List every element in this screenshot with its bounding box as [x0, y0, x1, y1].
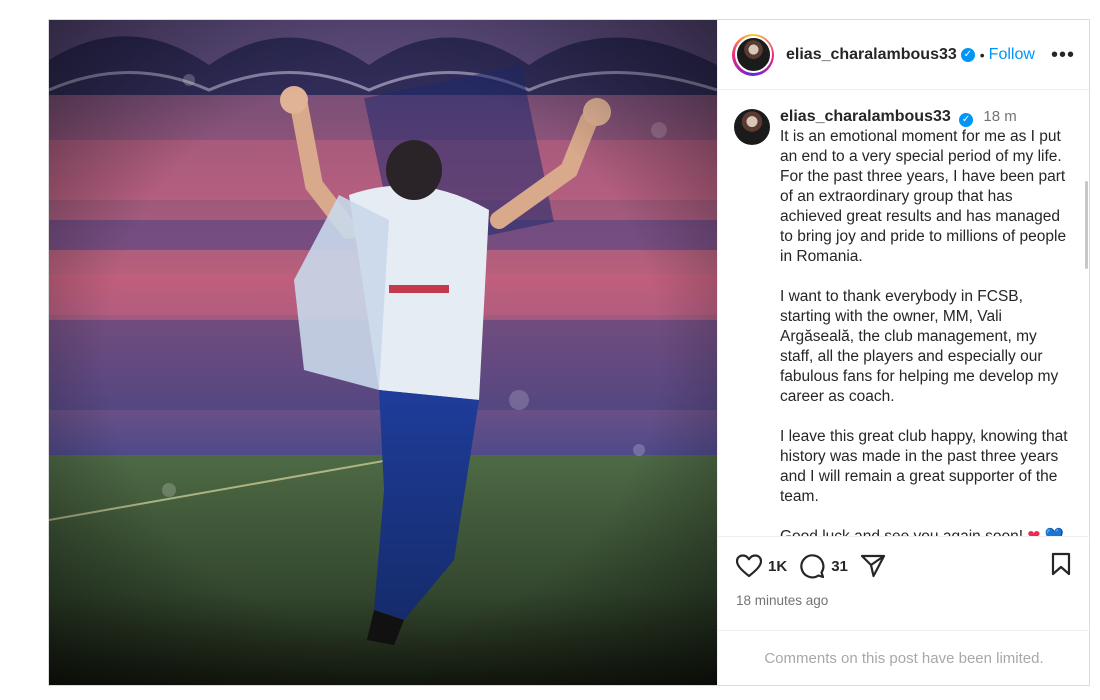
caption-scrollbar[interactable] [1085, 181, 1088, 269]
caption-body: elias_charalambous33 ✓ 18 m It is an emo… [780, 107, 1072, 536]
paper-plane-icon [860, 554, 885, 578]
save-button[interactable] [1050, 552, 1072, 581]
stadium-photo-illustration [49, 20, 717, 685]
caption-paragraph: It is an emotional moment for me as I pu… [780, 128, 1067, 265]
bookmark-icon [1051, 552, 1071, 575]
author-avatar[interactable] [732, 33, 774, 76]
post-header: elias_charalambous33 ✓ • Follow ••• [718, 20, 1089, 90]
comments-count[interactable]: 31 [831, 558, 848, 575]
like-button[interactable]: 1K [736, 554, 787, 578]
header-separator: • [979, 46, 985, 63]
blue-heart-emoji: 💙 [1045, 528, 1064, 536]
caption-paragraph: I leave this great club happy, knowing t… [780, 428, 1068, 505]
comment-button[interactable]: 31 [799, 553, 848, 579]
share-button[interactable] [860, 553, 886, 579]
caption-paragraph: I want to thank everybody in FCSB, start… [780, 288, 1059, 405]
action-row: 1K 31 [736, 551, 1072, 581]
verified-badge-icon: ✓ [959, 113, 974, 127]
caption-row: elias_charalambous33 ✓ 18 m It is an emo… [734, 107, 1072, 536]
caption-closing-text: Good luck and see you again soon! [780, 528, 1023, 536]
caption-username[interactable]: elias_charalambous33 [780, 108, 951, 125]
more-options-icon[interactable]: ••• [1051, 45, 1075, 65]
likes-count[interactable]: 1K [768, 558, 787, 575]
red-heart-emoji: ❤ [1027, 528, 1040, 536]
heart-icon [736, 554, 762, 578]
comments-limited-notice: Comments on this post have been limited. [718, 630, 1090, 685]
caption-time[interactable]: 18 m [983, 108, 1016, 125]
author-username[interactable]: elias_charalambous33 [786, 46, 957, 64]
post-actions: 1K 31 18 minutes ago [718, 536, 1090, 630]
follow-button[interactable]: Follow [989, 46, 1035, 64]
post-dialog: elias_charalambous33 ✓ • Follow ••• elia… [48, 19, 1090, 686]
verified-badge-icon: ✓ [960, 47, 975, 62]
caption-scroll-area[interactable]: elias_charalambous33 ✓ 18 m It is an emo… [718, 91, 1090, 536]
caption-avatar[interactable] [734, 109, 770, 145]
caption-closing: Good luck and see you again soon! ❤ 💙 [780, 527, 1072, 536]
post-timestamp[interactable]: 18 minutes ago [736, 593, 1072, 608]
caption-text: It is an emotional moment for me as I pu… [780, 127, 1072, 536]
comment-bubble-icon [800, 554, 825, 579]
post-photo[interactable] [49, 20, 717, 685]
caption-head: elias_charalambous33 ✓ 18 m [780, 107, 1072, 127]
post-side-panel: elias_charalambous33 ✓ • Follow ••• elia… [717, 20, 1090, 685]
